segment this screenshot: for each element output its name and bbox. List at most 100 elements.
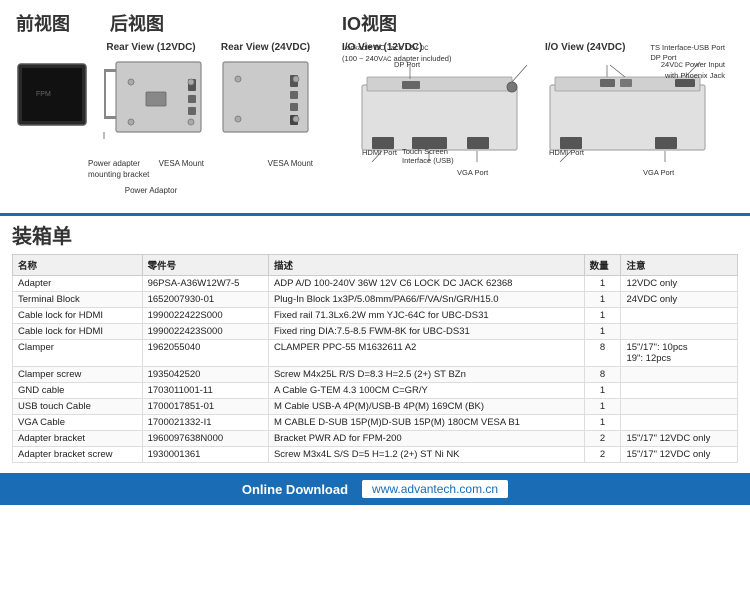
col-qty: 数量 [584, 255, 621, 276]
io-view-title: IO视图 [342, 10, 734, 36]
table-cell: 2 [584, 447, 621, 463]
dp-port-label-12: DP Port [394, 60, 420, 69]
table-cell: 12VDC only [621, 276, 738, 292]
table-cell: Adapter [13, 276, 143, 292]
footer: Online Download www.advantech.com.cn [0, 473, 750, 505]
packing-section: 装箱单 名称 零件号 描述 数量 注意 Adapter96PSA-A36W12W… [0, 220, 750, 463]
table-cell: M CABLE D-SUB 15P(M)D-SUB 15P(M) 180CM V… [268, 415, 584, 431]
io-12vdc: I/O View (12VDC) [342, 42, 531, 165]
section-divider [0, 213, 750, 216]
table-cell: USB touch Cable [13, 399, 143, 415]
table-cell: Adapter bracket [13, 431, 143, 447]
table-row: Cable lock for HDMI1990022423S000Fixed r… [13, 324, 738, 340]
table-cell [621, 324, 738, 340]
io-24vdc: I/O View (24VDC) [545, 42, 734, 165]
table-cell: ADP A/D 100-240V 36W 12V C6 LOCK DC JACK… [268, 276, 584, 292]
rear-12-title: Rear View (12VDC) [106, 42, 195, 53]
vga-port-label-12: VGA Port [457, 168, 488, 177]
table-cell: Terminal Block [13, 292, 143, 308]
table-cell: CLAMPER PPC-55 M1632611 A2 [268, 340, 584, 367]
rear-view-title: 后视图 [110, 10, 164, 36]
table-cell [621, 399, 738, 415]
rear-12vdc: Rear View (12VDC) [96, 42, 206, 195]
table-cell: Screw M4x25L R/S D=8.3 H=2.5 (2+) ST BZn [268, 367, 584, 383]
rear-24-device [218, 57, 313, 147]
phoenix-label: 24VDC Power Inputwith Phoenix Jack [605, 60, 725, 81]
table-row: Adapter bracket screw1930001361Screw M3x… [13, 447, 738, 463]
table-cell: Clamper screw [13, 367, 143, 383]
table-cell [621, 415, 738, 431]
table-cell: 8 [584, 367, 621, 383]
table-cell: 1 [584, 292, 621, 308]
table-cell: A Cable G-TEM 4.3 100CM C=GR/Y [268, 383, 584, 399]
table-cell: Clamper [13, 340, 143, 367]
table-cell: 1703011001-11 [142, 383, 268, 399]
table-row: USB touch Cable1700017851-01M Cable USB-… [13, 399, 738, 415]
table-cell [621, 383, 738, 399]
vesa-mount-label-12: VESA Mount [159, 159, 204, 168]
packing-table: 名称 零件号 描述 数量 注意 Adapter96PSA-A36W12W7-5A… [12, 254, 738, 463]
packing-title: 装箱单 [12, 220, 738, 249]
rear-12-device [96, 57, 206, 147]
table-cell: VGA Cable [13, 415, 143, 431]
table-cell: Fixed ring DIA:7.5-8.5 FWM-8K for UBC-DS… [268, 324, 584, 340]
table-cell: 1652007930-01 [142, 292, 268, 308]
table-cell: GND cable [13, 383, 143, 399]
rear-24-title: Rear View (24VDC) [221, 42, 310, 53]
col-name: 名称 [13, 255, 143, 276]
table-cell: 2 [584, 431, 621, 447]
table-cell: Cable lock for HDMI [13, 308, 143, 324]
table-cell: 1 [584, 383, 621, 399]
table-row: Adapter bracket1960097638N000Bracket PWR… [13, 431, 738, 447]
footer-label: Online Download [242, 482, 348, 497]
table-cell: 96PSA-A36W12W7-5 [142, 276, 268, 292]
table-cell: M Cable USB-A 4P(M)/USB-B 4P(M) 169CM (B… [268, 399, 584, 415]
table-cell [621, 308, 738, 324]
table-row: GND cable1703011001-11A Cable G-TEM 4.3 … [13, 383, 738, 399]
table-row: Terminal Block1652007930-01Plug-In Block… [13, 292, 738, 308]
power-adapter-label: Power adaptermounting bracket [88, 159, 158, 180]
table-row: Cable lock for HDMI1990022422S000Fixed r… [13, 308, 738, 324]
hdmi-label-24: HDMI Port [549, 148, 584, 157]
table-cell: 15"/17": 10pcs 19": 12pcs [621, 340, 738, 367]
table-cell: Adapter bracket screw [13, 447, 143, 463]
table-cell: 1930001361 [142, 447, 268, 463]
table-row: VGA Cable1700021332-I1M CABLE D-SUB 15P(… [13, 415, 738, 431]
col-note: 注意 [621, 255, 738, 276]
vga-port-label-24: VGA Port [643, 168, 674, 177]
svg-text:FPM: FPM [36, 91, 51, 98]
table-cell: 8 [584, 340, 621, 367]
front-view-device: FPM [16, 62, 88, 127]
table-cell [621, 367, 738, 383]
table-cell: 1 [584, 276, 621, 292]
table-row: Clamper1962055040CLAMPER PPC-55 M1632611… [13, 340, 738, 367]
table-cell: 1700017851-01 [142, 399, 268, 415]
table-cell: Cable lock for HDMI [13, 324, 143, 340]
footer-url: www.advantech.com.cn [362, 480, 508, 498]
col-desc: 描述 [268, 255, 584, 276]
table-cell: 15"/17" 12VDC only [621, 431, 738, 447]
table-cell: 1 [584, 308, 621, 324]
table-cell: 1700021332-I1 [142, 415, 268, 431]
table-cell: 15"/17" 12VDC only [621, 447, 738, 463]
vesa-mount-label-24: VESA Mount [268, 159, 313, 168]
touch-screen-label: Touch ScreenInterface (USB) [402, 147, 454, 165]
table-row: Clamper screw1935042520Screw M4x25L R/S … [13, 367, 738, 383]
table-cell: Plug-In Block 1x3P/5.08mm/PA66/F/VA/Sn/G… [268, 292, 584, 308]
front-view-title: 前视图 [16, 10, 70, 36]
rear-24vdc: Rear View (24VDC) [218, 42, 313, 195]
table-cell: Fixed rail 71.3Lx6.2W mm YJC-64C for UBC… [268, 308, 584, 324]
table-cell: 1 [584, 324, 621, 340]
table-cell: 1 [584, 399, 621, 415]
col-part: 零件号 [142, 255, 268, 276]
table-cell: Bracket PWR AD for FPM-200 [268, 431, 584, 447]
table-cell: 1990022422S000 [142, 308, 268, 324]
table-cell: 1962055040 [142, 340, 268, 367]
table-cell: 1960097638N000 [142, 431, 268, 447]
table-cell: 24VDC only [621, 292, 738, 308]
table-cell: Screw M3x4L S/S D=5 H=1.2 (2+) ST Ni NK [268, 447, 584, 463]
table-cell: 1935042520 [142, 367, 268, 383]
table-cell: 1 [584, 415, 621, 431]
power-adaptor-label: Power Adaptor [125, 186, 177, 195]
hdmi-label-12: HDMI Port [362, 148, 397, 157]
